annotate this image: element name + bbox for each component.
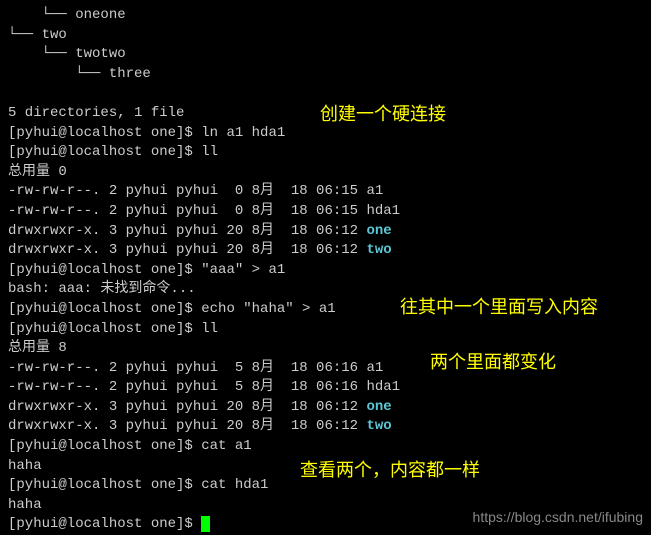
ls-entry-file: -rw-rw-r--. 2 pyhui pyhui 0 8月 18 06:15 …	[8, 202, 643, 222]
prompt-line[interactable]: [pyhui@localhost one]$ ll	[8, 320, 643, 340]
prompt: [pyhui@localhost one]$	[8, 438, 201, 454]
dir-name-two: two	[366, 418, 391, 434]
ls-entry-file: -rw-rw-r--. 2 pyhui pyhui 0 8月 18 06:15 …	[8, 182, 643, 202]
ls-entry-dir: drwxrwxr-x. 3 pyhui pyhui 20 8月 18 06:12…	[8, 241, 643, 261]
cursor-icon	[201, 516, 210, 532]
annotation-same-content: 查看两个，内容都一样	[300, 458, 480, 483]
annotation-both-changed: 两个里面都变化	[430, 350, 556, 375]
prompt-line[interactable]: [pyhui@localhost one]$ "aaa" > a1	[8, 261, 643, 281]
command-echo: echo "haha" > a1	[201, 301, 335, 317]
prompt-line[interactable]: [pyhui@localhost one]$ cat a1	[8, 437, 643, 457]
prompt-line[interactable]: [pyhui@localhost one]$ ll	[8, 143, 643, 163]
ls-entry-dir: drwxrwxr-x. 3 pyhui pyhui 20 8月 18 06:12…	[8, 222, 643, 242]
command-ln: ln a1 hda1	[201, 125, 285, 141]
ls-entry-dir: drwxrwxr-x. 3 pyhui pyhui 20 8月 18 06:12…	[8, 417, 643, 437]
tree-line: └── two	[8, 26, 643, 46]
ls-entry-dir: drwxrwxr-x. 3 pyhui pyhui 20 8月 18 06:12…	[8, 398, 643, 418]
watermark: https://blog.csdn.net/ifubing	[473, 508, 643, 528]
ls-entry-file: -rw-rw-r--. 2 pyhui pyhui 5 8月 18 06:16 …	[8, 378, 643, 398]
ls-perms: drwxrwxr-x. 3 pyhui pyhui 20 8月 18 06:12	[8, 223, 366, 239]
ls-perms: drwxrwxr-x. 3 pyhui pyhui 20 8月 18 06:12	[8, 399, 366, 415]
prompt: [pyhui@localhost one]$	[8, 321, 201, 337]
ls-perms: drwxrwxr-x. 3 pyhui pyhui 20 8月 18 06:12	[8, 418, 366, 434]
prompt: [pyhui@localhost one]$	[8, 301, 201, 317]
ls-perms: drwxrwxr-x. 3 pyhui pyhui 20 8月 18 06:12	[8, 242, 366, 258]
command-cat: cat hda1	[201, 477, 268, 493]
annotation-create-hardlink: 创建一个硬连接	[320, 102, 446, 127]
dir-name-one: one	[366, 399, 391, 415]
prompt: [pyhui@localhost one]$	[8, 516, 201, 532]
prompt: [pyhui@localhost one]$	[8, 125, 201, 141]
tree-line: └── twotwo	[8, 45, 643, 65]
command-cat: cat a1	[201, 438, 251, 454]
ls-total: 总用量 0	[8, 163, 643, 183]
command-redirect: "aaa" > a1	[201, 262, 285, 278]
prompt: [pyhui@localhost one]$	[8, 262, 201, 278]
dir-name-two: two	[366, 242, 391, 258]
command-ll: ll	[201, 144, 218, 160]
tree-line: └── three	[8, 65, 643, 85]
prompt: [pyhui@localhost one]$	[8, 144, 201, 160]
annotation-write-content: 往其中一个里面写入内容	[400, 295, 598, 320]
command-ll: ll	[201, 321, 218, 337]
prompt: [pyhui@localhost one]$	[8, 477, 201, 493]
tree-line: └── oneone	[8, 6, 643, 26]
dir-name-one: one	[366, 223, 391, 239]
